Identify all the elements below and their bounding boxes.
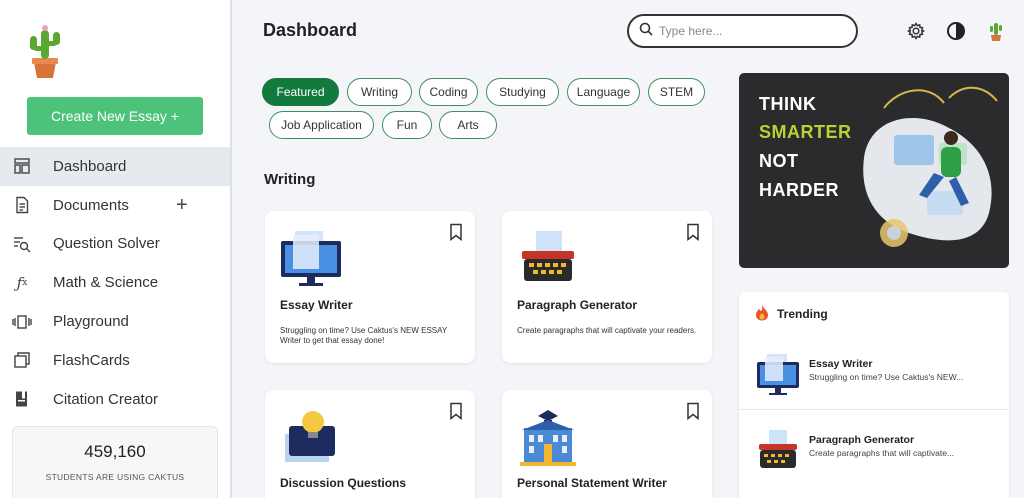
card-title: Personal Statement Writer — [517, 476, 667, 490]
sidebar-item-label: Playground — [53, 313, 129, 331]
sidebar-item-label: Documents — [53, 196, 129, 214]
sidebar-item-label: Question Solver — [53, 235, 160, 253]
citation-icon — [12, 389, 32, 409]
students-stat-card: 459,160 STUDENTS ARE USING CAKTUS — [12, 426, 218, 498]
sidebar-item-citation-creator[interactable]: Citation Creator — [0, 380, 230, 419]
trending-panel: Trending Essay Writer Struggling on time… — [739, 292, 1009, 498]
chip-stem[interactable]: STEM — [648, 78, 705, 106]
students-count: 459,160 — [84, 442, 146, 461]
question-search-icon — [12, 234, 32, 254]
gear-icon[interactable] — [905, 20, 927, 42]
monitor-icon — [757, 354, 799, 395]
typewriter-icon — [759, 430, 797, 468]
playground-icon — [12, 312, 32, 332]
lightbulb-icon — [285, 411, 335, 462]
sidebar-item-playground[interactable]: Playground — [0, 302, 230, 341]
sidebar-nav: Dashboard Documents + Question Solver ƒx… — [0, 147, 230, 419]
sidebar-item-label: Dashboard — [53, 157, 127, 175]
chip-featured[interactable]: Featured — [262, 78, 339, 106]
chip-fun[interactable]: Fun — [382, 111, 432, 139]
avatar[interactable] — [985, 20, 1007, 42]
document-icon — [12, 195, 32, 215]
students-label: STUDENTS ARE USING CAKTUS — [45, 472, 185, 482]
cactus-logo[interactable] — [24, 18, 66, 80]
function-icon: ƒx — [16, 273, 28, 292]
card-description: Struggling on time? Use Caktus's NEW ESS… — [280, 326, 448, 345]
sidebar-item-documents[interactable]: Documents + — [0, 186, 230, 225]
chip-coding[interactable]: Coding — [419, 78, 478, 106]
sidebar-item-dashboard[interactable]: Dashboard — [0, 147, 230, 186]
trending-item-desc: Struggling on time? Use Caktus's NEW... — [809, 372, 964, 382]
search-icon — [639, 22, 653, 41]
bookmark-icon[interactable] — [686, 223, 700, 241]
sidebar-item-label: Citation Creator — [53, 390, 159, 408]
search-input[interactable] — [659, 24, 839, 38]
add-document-icon[interactable]: + — [176, 194, 188, 217]
banner-illustration — [863, 86, 998, 247]
promo-banner[interactable]: THINK SMARTER NOT HARDER — [739, 73, 1009, 268]
trending-header: Trending — [755, 304, 828, 324]
card-title: Paragraph Generator — [517, 298, 638, 312]
sidebar-item-label: Math & Science — [53, 274, 159, 292]
sidebar-item-math-science[interactable]: ƒx Math & Science — [0, 263, 230, 302]
fire-icon — [755, 304, 769, 324]
university-icon — [520, 410, 576, 466]
dashboard-icon — [12, 156, 32, 176]
card-personal-statement-writer[interactable]: Personal Statement Writer — [502, 390, 712, 498]
theme-toggle-icon[interactable] — [945, 20, 967, 42]
trending-item-desc: Create paragraphs that will captivate... — [809, 448, 955, 458]
chip-arts[interactable]: Arts — [439, 111, 497, 139]
chip-language[interactable]: Language — [567, 78, 640, 106]
chip-writing[interactable]: Writing — [347, 78, 412, 106]
create-new-essay-button[interactable]: Create New Essay + — [27, 97, 203, 135]
trending-title: Trending — [777, 307, 828, 321]
bookmark-icon[interactable] — [686, 402, 700, 420]
typewriter-icon — [522, 231, 574, 281]
chip-studying[interactable]: Studying — [486, 78, 559, 106]
trending-item-paragraph-generator[interactable]: Paragraph Generator Create paragraphs th… — [739, 420, 1009, 484]
bookmark-icon[interactable] — [449, 402, 463, 420]
trending-item-title: Paragraph Generator — [809, 434, 915, 446]
monitor-icon — [281, 231, 341, 286]
card-paragraph-generator[interactable]: Paragraph Generator Create paragraphs th… — [502, 211, 712, 363]
card-title: Essay Writer — [280, 298, 353, 312]
search-bar[interactable] — [627, 14, 858, 48]
bookmark-icon[interactable] — [449, 223, 463, 241]
banner-line-3: NOT — [759, 151, 799, 171]
sidebar: Create New Essay + Dashboard Documents +… — [0, 0, 232, 498]
card-essay-writer[interactable]: Essay Writer Struggling on time? Use Cak… — [265, 211, 475, 363]
sidebar-item-flashcards[interactable]: FlashCards — [0, 341, 230, 380]
sidebar-item-label: FlashCards — [53, 351, 130, 369]
flashcards-icon — [12, 350, 32, 370]
card-title: Discussion Questions — [280, 476, 407, 490]
trending-item-essay-writer[interactable]: Essay Writer Struggling on time? Use Cak… — [739, 344, 1009, 408]
trending-item-title: Essay Writer — [809, 358, 873, 370]
card-discussion-questions[interactable]: Discussion Questions — [265, 390, 475, 498]
section-title-writing: Writing — [264, 171, 316, 188]
page-title: Dashboard — [263, 20, 358, 40]
chip-job-application[interactable]: Job Application — [269, 111, 374, 139]
sidebar-item-question-solver[interactable]: Question Solver — [0, 225, 230, 264]
divider — [739, 409, 1009, 410]
card-description: Create paragraphs that will captivate yo… — [517, 326, 697, 335]
